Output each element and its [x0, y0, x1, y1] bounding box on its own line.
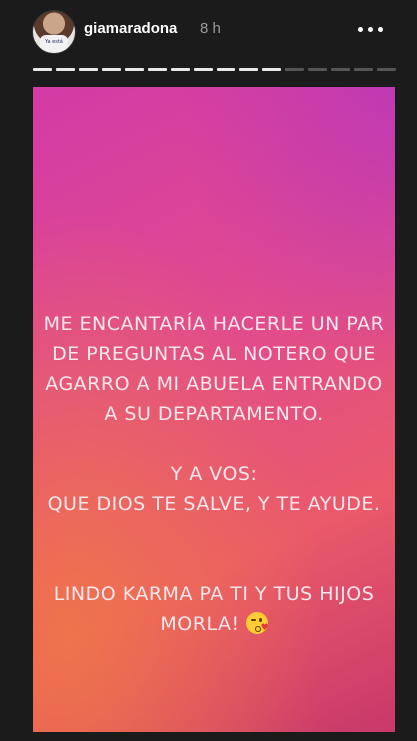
dot: [357, 26, 363, 32]
story-line-text: MORLA!: [160, 613, 240, 635]
avatar-shirt: Ya está: [40, 35, 68, 53]
progress-segment: [308, 68, 328, 71]
story-line: Y A VOS:: [170, 463, 258, 485]
story-line: A SU DEPARTAMENTO.: [104, 403, 324, 425]
avatar[interactable]: Ya está: [32, 10, 76, 54]
progress-segment: [78, 68, 98, 71]
more-options-icon[interactable]: [350, 14, 390, 44]
dot: [377, 26, 383, 32]
username[interactable]: giamaradona: [84, 20, 177, 37]
progress-segment: [124, 68, 144, 71]
progress-segment: [193, 68, 213, 71]
progress-segment: [285, 68, 305, 71]
dot: [367, 26, 373, 32]
story-progress-bar: [33, 68, 396, 71]
story-line: DE PREGUNTAS AL NOTERO QUE: [52, 343, 376, 365]
story-paragraph-1: ME ENCANTARÍA HACERLE UN PAR DE PREGUNTA…: [33, 309, 395, 429]
progress-segment: [170, 68, 190, 71]
progress-segment: [239, 68, 259, 71]
progress-segment: [262, 68, 282, 71]
progress-segment: [33, 68, 52, 71]
story-paragraph-3: LINDO KARMA PA TI Y TUS HIJOS MORLA! ♥: [33, 579, 395, 639]
story-line: LINDO KARMA PA TI Y TUS HIJOS: [53, 583, 375, 605]
progress-segment: [55, 68, 75, 71]
avatar-shirt-text: Ya está: [45, 39, 63, 45]
progress-segment: [377, 68, 396, 71]
story-line: QUE DIOS TE SALVE, Y TE AYUDE.: [47, 493, 381, 515]
story-content[interactable]: ME ENCANTARÍA HACERLE UN PAR DE PREGUNTA…: [33, 87, 395, 732]
story-line: AGARRO A MI ABUELA ENTRANDO: [45, 373, 383, 395]
progress-segment: [354, 68, 374, 71]
story-header: Ya está giamaradona 8 h: [0, 0, 417, 62]
face-blowing-kiss-icon: ♥: [245, 612, 269, 634]
progress-segment: [147, 68, 167, 71]
post-time: 8 h: [200, 20, 221, 37]
story-paragraph-2: Y A VOS: QUE DIOS TE SALVE, Y TE AYUDE.: [33, 459, 395, 519]
progress-segment: [331, 68, 351, 71]
progress-segment: [101, 68, 121, 71]
story-line: ME ENCANTARÍA HACERLE UN PAR: [43, 313, 385, 335]
progress-segment: [216, 68, 236, 71]
story-line-last: MORLA! ♥: [33, 609, 395, 639]
